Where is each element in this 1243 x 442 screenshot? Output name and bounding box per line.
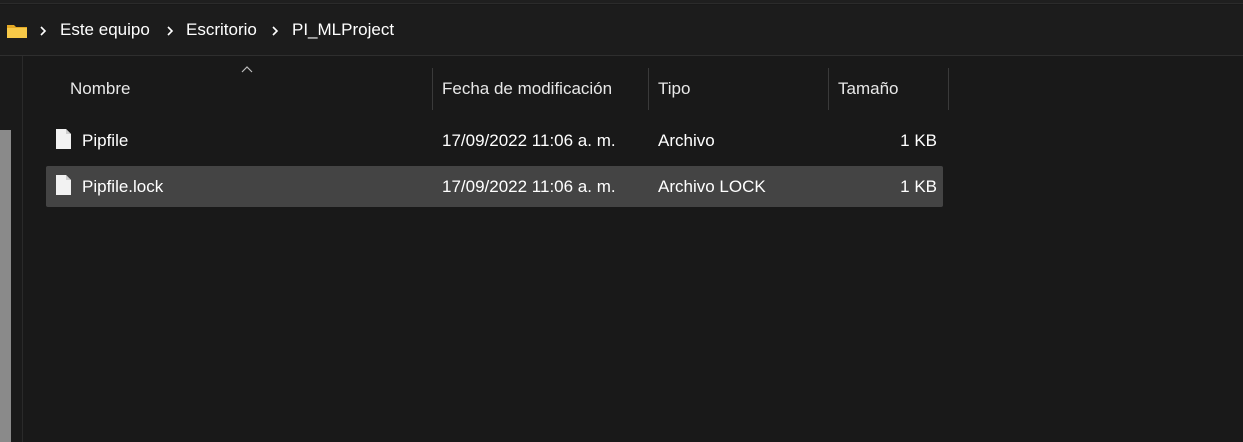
column-divider[interactable] bbox=[828, 68, 829, 110]
file-modified: 17/09/2022 11:06 a. m. bbox=[442, 177, 616, 196]
file-size: 1 KB bbox=[900, 131, 937, 150]
chevron-right-icon[interactable] bbox=[165, 23, 175, 39]
column-header-row: Nombre Fecha de modificación Tipo Tamaño bbox=[0, 68, 1243, 110]
folder-icon bbox=[7, 25, 27, 38]
file-name: Pipfile bbox=[82, 131, 129, 150]
file-row-pipfile[interactable]: Pipfile 17/09/2022 11:06 a. m. Archivo 1… bbox=[46, 120, 943, 161]
file-row-pipfile-lock[interactable]: Pipfile.lock 17/09/2022 11:06 a. m. Arch… bbox=[46, 166, 943, 207]
column-header-nombre[interactable]: Nombre bbox=[60, 68, 432, 110]
address-bar[interactable]: Este equipo Escritorio PI_MLProject bbox=[0, 5, 1243, 56]
file-modified: 17/09/2022 11:06 a. m. bbox=[442, 131, 616, 150]
window-top-edge bbox=[0, 0, 1243, 4]
file-type: Archivo bbox=[658, 131, 715, 150]
file-icon bbox=[56, 129, 71, 149]
breadcrumb-item-escritorio[interactable]: Escritorio bbox=[186, 20, 257, 40]
column-header-fecha[interactable]: Fecha de modificación bbox=[432, 68, 648, 110]
file-name: Pipfile.lock bbox=[82, 177, 164, 196]
column-header-tipo[interactable]: Tipo bbox=[648, 68, 828, 110]
breadcrumb-item-pi-mlproject[interactable]: PI_MLProject bbox=[292, 20, 394, 40]
column-divider[interactable] bbox=[948, 68, 949, 110]
column-divider[interactable] bbox=[432, 68, 433, 110]
navigation-scrollbar-thumb[interactable] bbox=[0, 130, 11, 442]
file-icon bbox=[56, 175, 71, 195]
file-size: 1 KB bbox=[900, 177, 937, 196]
column-divider[interactable] bbox=[648, 68, 649, 110]
file-type: Archivo LOCK bbox=[658, 177, 766, 196]
column-header-tamano[interactable]: Tamaño bbox=[828, 68, 948, 110]
chevron-right-icon[interactable] bbox=[38, 23, 48, 39]
chevron-right-icon[interactable] bbox=[270, 23, 280, 39]
breadcrumb-item-este-equipo[interactable]: Este equipo bbox=[60, 20, 150, 40]
